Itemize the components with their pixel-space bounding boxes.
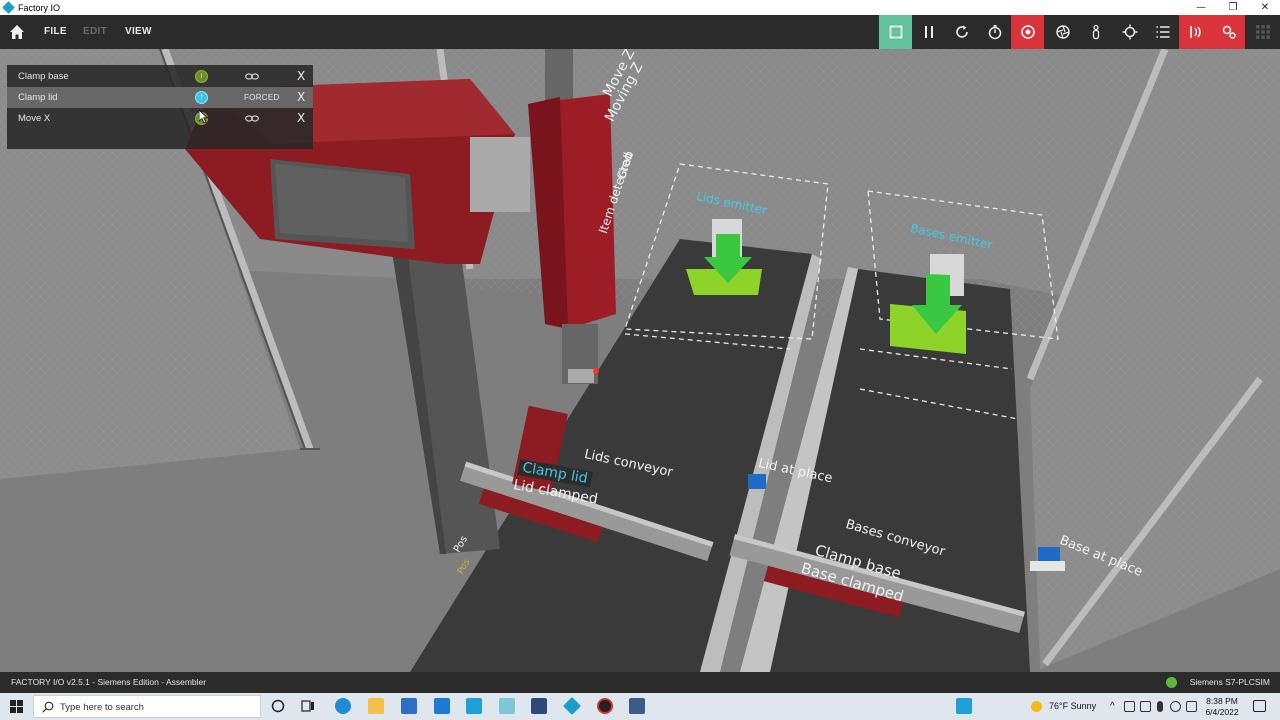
reset-icon	[955, 25, 968, 38]
file-explorer-icon[interactable]	[368, 698, 384, 714]
plcsim-icon[interactable]	[629, 698, 645, 714]
tag-name: Move X	[18, 113, 51, 124]
clock-time: 8:38 PM	[1206, 696, 1238, 706]
mail-icon[interactable]	[434, 698, 450, 714]
taskbar-clock[interactable]: 8:38 PM 6/4/2022	[1200, 696, 1244, 718]
tag-name: Clamp lid	[18, 92, 58, 103]
grid-icon	[1255, 25, 1270, 39]
task-view-icon[interactable]	[300, 698, 316, 714]
windows-taskbar: Type here to search 76°F Sunny ^ 8:38 PM…	[0, 693, 1280, 720]
timer-button[interactable]	[978, 15, 1011, 49]
stop-button[interactable]	[879, 15, 912, 49]
clock-date: 6/4/2022	[1205, 707, 1239, 717]
home-icon[interactable]	[9, 24, 25, 40]
microphone-icon[interactable]	[1157, 701, 1163, 712]
gears-icon	[1222, 25, 1236, 39]
search-icon	[42, 701, 54, 713]
crosshair-icon	[1122, 24, 1137, 40]
cortana-icon[interactable]	[270, 698, 286, 714]
maximize-button[interactable]: ❐	[1218, 0, 1248, 15]
tag-name: Clamp base	[18, 71, 69, 82]
remove-tag-button[interactable]: X	[297, 111, 305, 125]
menu-edit[interactable]: EDIT	[83, 15, 107, 49]
forced-status: FORCED	[244, 93, 280, 102]
close-window-button[interactable]: ✕	[1250, 0, 1280, 15]
tag-row-clamp-base[interactable]: Clamp base I X	[7, 66, 313, 87]
menu-file[interactable]: FILE	[44, 15, 67, 49]
app-statusbar: FACTORY I/O v2.5.1 - Siemens Edition - A…	[0, 672, 1280, 693]
reset-button[interactable]	[945, 15, 978, 49]
tag-row-move-x[interactable]: Move X I X	[7, 108, 313, 129]
aperture-icon	[1055, 25, 1070, 39]
tray-arrow-icon[interactable]: ^	[1110, 701, 1115, 712]
pause-icon	[924, 26, 933, 38]
factory-io-app-icon	[2, 1, 15, 14]
app-icon[interactable]	[499, 698, 515, 714]
weather-text[interactable]: 76°F Sunny	[1049, 701, 1096, 711]
store-icon[interactable]	[401, 698, 417, 714]
stop-icon	[889, 25, 902, 39]
tia-portal-icon[interactable]	[531, 698, 547, 714]
link-icon[interactable]	[245, 72, 259, 81]
drivers-button[interactable]	[1212, 15, 1245, 49]
recorder-icon[interactable]	[597, 698, 613, 714]
forced-tags-panel: Clamp base I X Clamp lid I FORCED X Move…	[7, 65, 313, 149]
window-title: Factory IO	[18, 2, 61, 13]
focus-button[interactable]	[1113, 15, 1146, 49]
menu-view[interactable]: VIEW	[125, 15, 152, 49]
camera-orbit-button[interactable]	[1046, 15, 1079, 49]
windows-start-icon[interactable]	[10, 700, 23, 713]
volume-icon[interactable]	[1186, 701, 1197, 712]
io-dot-letter: I	[200, 73, 203, 80]
link-icon[interactable]	[245, 114, 259, 123]
sensors-button[interactable]	[1179, 15, 1212, 49]
grid-menu-button[interactable]	[1246, 15, 1279, 49]
record-button[interactable]	[1011, 15, 1044, 49]
version-info: FACTORY I/O v2.5.1 - Siemens Edition - A…	[11, 677, 207, 687]
display-icon[interactable]	[1140, 701, 1151, 712]
search-placeholder: Type here to search	[60, 702, 144, 713]
io-state-dot-forced[interactable]: I	[195, 91, 208, 104]
tray-launcher-icon[interactable]	[956, 698, 972, 714]
edge-icon[interactable]	[335, 698, 351, 714]
io-dot-letter: I	[200, 94, 203, 101]
first-person-button[interactable]	[1079, 15, 1112, 49]
notifications-icon[interactable]	[1253, 700, 1266, 712]
network-icon[interactable]	[1124, 701, 1135, 712]
window-titlebar: Factory IO	[0, 0, 1280, 15]
tag-list-button[interactable]	[1146, 15, 1179, 49]
tag-row-clamp-lid[interactable]: Clamp lid I FORCED X	[7, 87, 313, 108]
connection-ok-icon	[1166, 677, 1177, 688]
list-icon	[1156, 26, 1169, 38]
io-state-dot[interactable]: I	[195, 70, 208, 83]
stopwatch-icon	[988, 25, 1001, 40]
sensor-waves-icon	[1189, 26, 1201, 38]
app-menubar: FILE EDIT VIEW	[0, 15, 1280, 49]
record-icon	[1020, 25, 1035, 39]
driver-name: Siemens S7-PLCSIM	[1189, 677, 1270, 687]
mouse-cursor-icon	[199, 110, 209, 124]
weather-sun-icon[interactable]	[1031, 701, 1042, 712]
pause-button[interactable]	[912, 15, 945, 49]
factory-io-launcher-icon[interactable]	[466, 698, 482, 714]
minimize-button[interactable]: —	[1186, 0, 1216, 15]
person-icon	[1092, 24, 1099, 40]
factory-io-taskbar-icon[interactable]	[562, 696, 582, 716]
taskbar-search[interactable]: Type here to search	[33, 695, 261, 718]
remove-tag-button[interactable]: X	[297, 90, 305, 104]
wifi-icon[interactable]	[1170, 701, 1181, 712]
remove-tag-button[interactable]: X	[297, 69, 305, 83]
